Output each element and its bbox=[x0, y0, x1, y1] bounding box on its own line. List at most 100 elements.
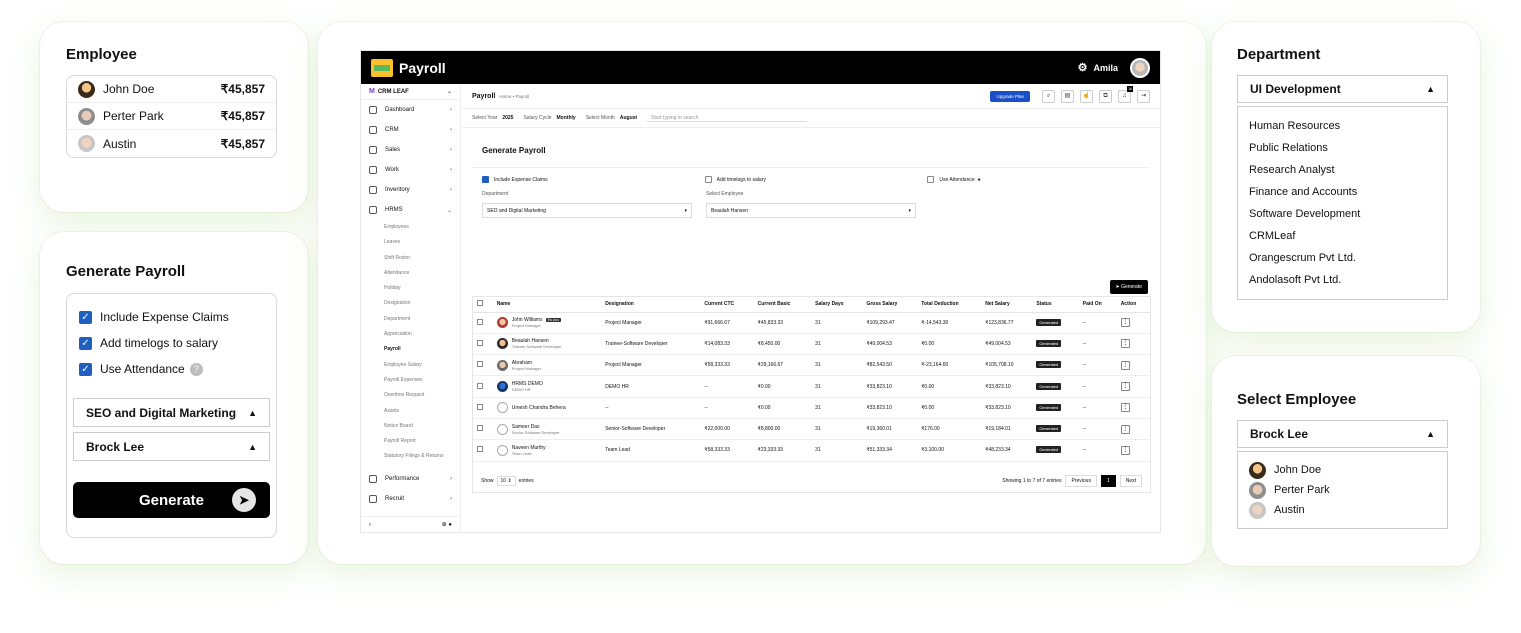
column-header[interactable]: Net Salary bbox=[981, 297, 1033, 313]
org-switcher[interactable]: M CRM LEAF ⌄ bbox=[361, 84, 460, 100]
use-attendance-option[interactable]: Use Attendance ● bbox=[927, 176, 1150, 183]
table-row[interactable]: Sameer Das Senior-Software Developer Senio… bbox=[473, 418, 1150, 441]
sidebar-item-work[interactable]: Work › bbox=[361, 160, 460, 180]
department-option[interactable]: Public Relations bbox=[1249, 137, 1436, 159]
search-icon[interactable]: ⌕ bbox=[1042, 89, 1055, 103]
department-option[interactable]: Human Resources bbox=[1249, 115, 1436, 137]
column-header[interactable]: Paid On bbox=[1078, 297, 1117, 313]
department-option[interactable]: Andolasoft Pvt Ltd. bbox=[1249, 269, 1436, 291]
help-icon[interactable]: ? bbox=[189, 362, 203, 376]
bell-icon[interactable]: ♫ 16 bbox=[1118, 85, 1133, 103]
employee-option[interactable]: Perter Park bbox=[1249, 480, 1436, 500]
table-row[interactable]: Umesh Chandra Behera -- -- ₹0.00 31 ₹33,823.1… bbox=[473, 397, 1150, 419]
more-options-icon[interactable]: ⋮ bbox=[1120, 403, 1130, 413]
generate-button[interactable]: ➤ Generate bbox=[1109, 280, 1148, 294]
sidebar-item-sales[interactable]: Sales › bbox=[361, 140, 460, 160]
row-checkbox[interactable] bbox=[473, 333, 493, 356]
generate-button[interactable]: Generate ➤ bbox=[73, 482, 270, 518]
select-all-checkbox[interactable] bbox=[473, 297, 493, 313]
sidebar-subitem[interactable]: Department bbox=[361, 312, 460, 327]
column-header[interactable]: Salary Days bbox=[811, 297, 863, 313]
row-checkbox[interactable] bbox=[473, 375, 493, 398]
row-checkbox[interactable] bbox=[473, 418, 493, 441]
employee-option[interactable]: Austin bbox=[1249, 500, 1436, 520]
more-options-icon[interactable]: ⋮ bbox=[1120, 382, 1130, 392]
add-timelogs-checkbox[interactable]: ✓ Add timelogs to salary bbox=[73, 330, 270, 356]
table-row[interactable]: Abraham Project Manager Project Manager ₹58… bbox=[473, 354, 1150, 377]
year-select[interactable]: 2025 bbox=[502, 115, 513, 121]
table-row[interactable]: HRMS DEMO DEMO HR DEMO HR -- ₹0.00 31 ₹33,823.… bbox=[473, 375, 1150, 398]
column-header[interactable]: Status bbox=[1032, 297, 1079, 313]
calendar-icon[interactable]: ▤ bbox=[1061, 89, 1074, 103]
department-select[interactable]: SEO and Digital Marketing ▾ bbox=[482, 203, 692, 218]
row-checkbox[interactable] bbox=[473, 312, 493, 334]
employee-dropdown[interactable]: Brock Lee ▲ bbox=[1237, 420, 1448, 448]
help-icon[interactable]: ● bbox=[978, 177, 981, 183]
column-header[interactable]: Name bbox=[492, 297, 602, 313]
sidebar-item-recruit[interactable]: Recruit › bbox=[361, 489, 460, 509]
user-avatar[interactable] bbox=[1130, 57, 1150, 78]
sidebar-subitem[interactable]: Payroll Expenses bbox=[361, 373, 460, 388]
more-options-icon[interactable]: ⋮ bbox=[1120, 360, 1130, 370]
sidebar-subitem[interactable]: Designation bbox=[361, 296, 460, 311]
sidebar-item-inventory[interactable]: Inventory › bbox=[361, 180, 460, 200]
department-dropdown[interactable]: UI Development ▲ bbox=[1237, 75, 1448, 103]
department-option[interactable]: CRMLeaf bbox=[1249, 225, 1436, 247]
column-header[interactable]: Designation bbox=[601, 297, 701, 313]
table-row[interactable]: John Williams It's you Project Manager Proj… bbox=[473, 312, 1150, 334]
column-header[interactable]: Current CTC bbox=[700, 297, 754, 313]
sidebar-subitem[interactable]: Employees bbox=[361, 220, 460, 235]
sidebar-subitem-active[interactable]: Payroll bbox=[361, 342, 460, 357]
gear-icon[interactable]: ⚙ bbox=[1078, 61, 1088, 74]
employee-row[interactable]: Perter Park ₹45,857 bbox=[67, 103, 276, 130]
table-row[interactable]: Naveen Murthy Team Lead Team Lead ₹58,333.3… bbox=[473, 439, 1150, 462]
sidebar-subitem[interactable]: Attendance bbox=[361, 266, 460, 281]
sidebar-subitem[interactable]: Shift Roster bbox=[361, 251, 460, 266]
sidebar-subitem[interactable]: Payroll Report bbox=[361, 434, 460, 449]
employee-select[interactable]: Brock Lee ▲ bbox=[73, 432, 270, 461]
column-header[interactable]: Gross Salary bbox=[862, 297, 918, 313]
more-options-icon[interactable]: ⋮ bbox=[1120, 424, 1130, 434]
add-timelogs-option[interactable]: Add timelogs to salary bbox=[704, 176, 928, 183]
department-option[interactable]: Software Development bbox=[1249, 203, 1436, 225]
department-option[interactable]: Research Analyst bbox=[1249, 159, 1436, 181]
sidebar-subitem[interactable]: Notice Board bbox=[361, 419, 460, 434]
sidebar-subitem[interactable]: Leaves bbox=[361, 235, 460, 250]
include-expense-option[interactable]: Include Expense Claims bbox=[482, 176, 705, 183]
sidebar-subitem[interactable]: Appreciation bbox=[361, 327, 460, 342]
table-row[interactable]: Beaulah Hansen Trainee-Software Developer… bbox=[473, 333, 1150, 356]
include-expense-checkbox[interactable]: ✓ Include Expense Claims bbox=[73, 304, 270, 330]
logout-icon[interactable]: ⇥ bbox=[1137, 89, 1150, 103]
sidebar-item-crm[interactable]: CRM › bbox=[361, 120, 460, 140]
sidebar-subitem[interactable]: Holiday bbox=[361, 281, 460, 296]
sidebar-item-dashboard[interactable]: Dashboard › bbox=[361, 100, 460, 120]
employee-row[interactable]: John Doe ₹45,857 bbox=[67, 76, 276, 103]
month-select[interactable]: August bbox=[620, 115, 637, 121]
breadcrumb[interactable]: Home • Payroll bbox=[499, 94, 529, 99]
sidebar-subitem[interactable]: Assets bbox=[361, 404, 460, 419]
row-checkbox[interactable] bbox=[473, 397, 493, 419]
employee-select[interactable]: Beaulah Hansen ▾ bbox=[706, 203, 916, 218]
employee-option[interactable]: John Doe bbox=[1249, 460, 1436, 480]
next-button[interactable]: Next bbox=[1119, 475, 1142, 487]
sidebar-subitem[interactable]: Statutory Filings & Returns bbox=[361, 449, 460, 464]
thumb-icon[interactable]: ☝ bbox=[1080, 89, 1093, 103]
employee-name[interactable]: Sameer Das bbox=[512, 424, 540, 430]
row-checkbox[interactable] bbox=[473, 354, 493, 377]
upgrade-plan-button[interactable]: Upgrade Plan bbox=[990, 90, 1030, 102]
employee-name[interactable]: Umesh Chandra Behera bbox=[512, 405, 566, 411]
employee-name[interactable]: Abraham bbox=[512, 360, 532, 366]
department-select[interactable]: SEO and Digital Marketing ▲ bbox=[73, 398, 270, 427]
more-options-icon[interactable]: ⋮ bbox=[1120, 318, 1130, 328]
cycle-select[interactable]: Monthly bbox=[557, 115, 576, 121]
sidebar-subitem[interactable]: Employee Salary bbox=[361, 358, 460, 373]
sidebar-item-hrms[interactable]: HRMS ⌄ bbox=[361, 200, 460, 220]
more-options-icon[interactable]: ⋮ bbox=[1120, 445, 1130, 455]
search-input[interactable]: Start typing to search bbox=[647, 115, 808, 122]
department-option[interactable]: Finance and Accounts bbox=[1249, 181, 1436, 203]
page-1-button[interactable]: 1 bbox=[1100, 475, 1116, 487]
user-name[interactable]: Amila bbox=[1093, 63, 1118, 73]
use-attendance-checkbox[interactable]: ✓ Use Attendance? bbox=[73, 356, 270, 382]
settings-icons[interactable]: ⊕ ● bbox=[442, 521, 452, 528]
more-options-icon[interactable]: ⋮ bbox=[1120, 339, 1130, 349]
